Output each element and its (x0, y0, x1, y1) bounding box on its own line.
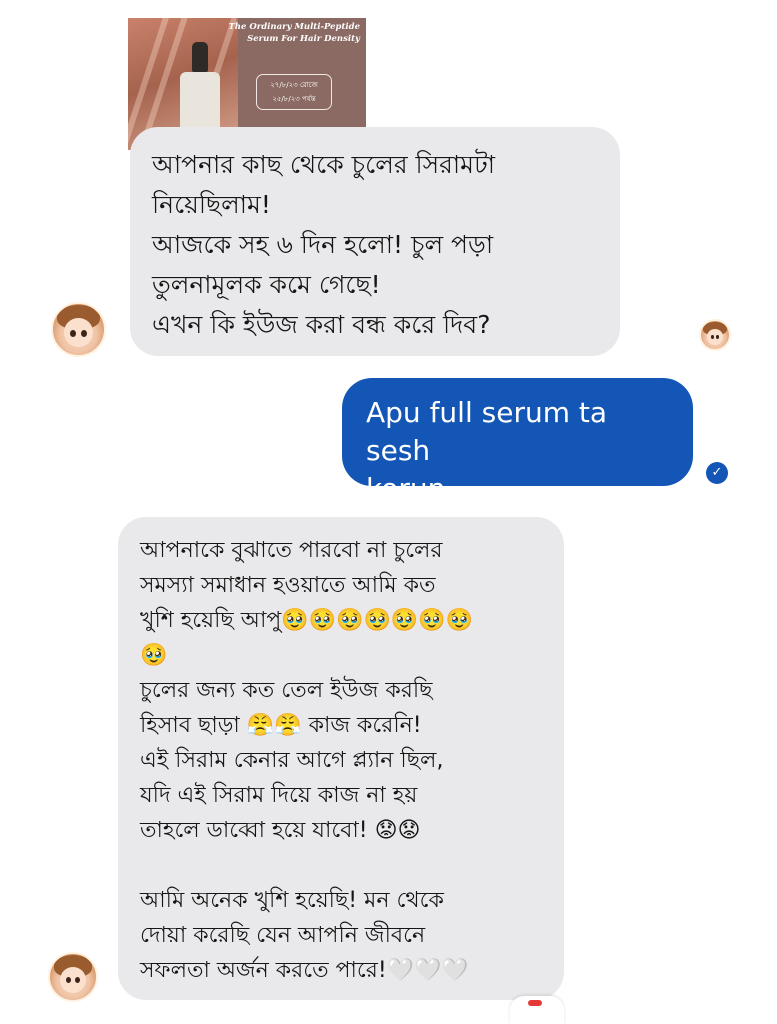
incoming-message[interactable]: আপনাকে বুঝাতে পারবো না চুলের সমস্যা সমাধ… (118, 517, 564, 1000)
read-receipt-check-icon: ✓ (706, 462, 728, 484)
incoming-message[interactable]: আপনার কাছ থেকে চুলের সিরামটা নিয়েছিলাম!… (130, 127, 620, 356)
sender-avatar[interactable] (48, 952, 98, 1002)
seen-avatar (699, 319, 731, 351)
outgoing-message[interactable]: Apu full serum ta sesh korun . (342, 378, 693, 505)
product-card-title: The Ordinary Multi-Peptide Serum For Hai… (228, 22, 360, 44)
product-card-dates: ২৭/৮/২৩ রোজে ২৫/৮/২৩ পর্যন্ত (256, 74, 332, 110)
reaction-heart-icon[interactable] (510, 996, 564, 1024)
sender-avatar[interactable] (51, 302, 106, 357)
